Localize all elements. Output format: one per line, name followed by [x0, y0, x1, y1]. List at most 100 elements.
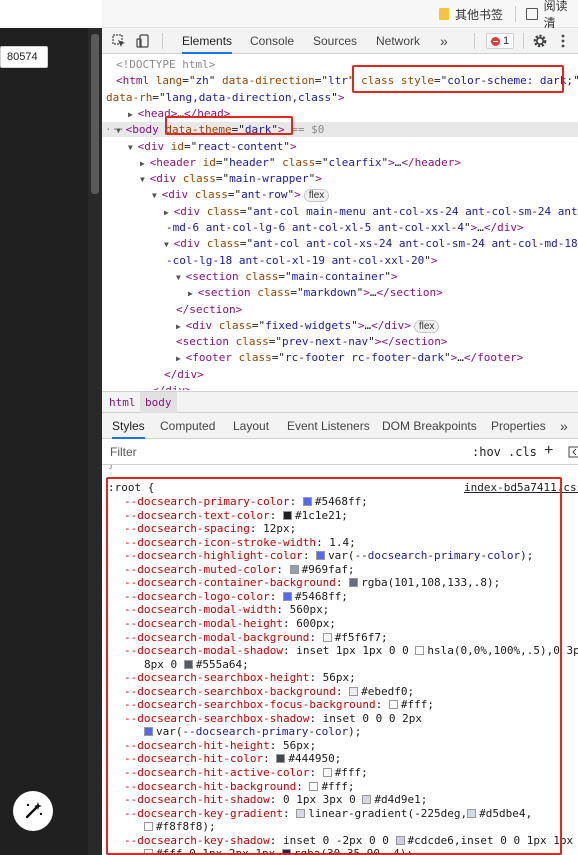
dom-token: class — [235, 335, 269, 349]
expand-triangle-icon[interactable]: ▶ — [176, 322, 186, 331]
page-top-strip — [0, 0, 102, 28]
dom-token: =" — [271, 351, 285, 365]
dom-token: </section> — [376, 286, 443, 300]
tab-computed[interactable]: Computed — [160, 413, 215, 439]
dom-token: =" — [182, 74, 196, 88]
toolbar-divider — [523, 33, 524, 49]
dom-token: lang — [155, 74, 183, 88]
dom-token: <html — [116, 74, 156, 88]
other-bookmarks[interactable]: 其他书签 — [439, 0, 503, 28]
dom-node-line[interactable]: ▶ <section class="markdown">…</section> — [188, 286, 443, 300]
hover-state-toggle[interactable]: :hov — [472, 445, 501, 459]
breadcrumb-body[interactable]: body — [140, 392, 177, 413]
dom-token: " — [384, 269, 391, 283]
dom-node-line[interactable]: ▼ <div class="ant-row"> flex — [152, 188, 330, 203]
collapse-triangle-icon[interactable]: ▼ — [116, 126, 126, 135]
magic-wand-icon — [25, 802, 43, 819]
new-rule-button[interactable]: + — [544, 442, 553, 460]
dom-node-line[interactable]: ▶ <footer class="rc-footer rc-footer-dar… — [176, 351, 523, 365]
dom-node-line[interactable]: ▼ <div class="main-wrapper"> — [140, 172, 322, 186]
dom-token: prev-next-nav — [281, 335, 369, 349]
dom-token: " — [351, 318, 358, 332]
dom-node-line[interactable]: -col-lg-18 ant-col-xl-19 ant-col-xxl-20"… — [166, 254, 438, 268]
tab-layout[interactable]: Layout — [233, 413, 269, 439]
gear-icon[interactable] — [532, 33, 548, 49]
dom-token: <section — [197, 286, 258, 300]
expand-triangle-icon[interactable]: ▶ — [176, 354, 186, 363]
dom-token: > — [390, 269, 398, 283]
dom-token: class — [206, 204, 240, 218]
tab-elements[interactable]: Elements — [182, 28, 233, 54]
devtools-toolbar: Elements Console Sources Network » 1 — [102, 28, 578, 54]
dom-node-line[interactable]: ▼ <section class="main-container"> — [176, 270, 398, 284]
tab-console[interactable]: Console — [250, 28, 294, 54]
tab-styles[interactable]: Styles — [112, 413, 145, 439]
dom-token: </div> — [164, 367, 204, 381]
tab-network[interactable]: Network — [376, 28, 420, 54]
filter-input[interactable]: Filter — [110, 445, 137, 459]
dom-token: <div — [149, 172, 183, 186]
dom-node-line[interactable]: <!DOCTYPE html> — [116, 58, 215, 72]
expand-triangle-icon[interactable]: ▶ — [140, 159, 150, 168]
dom-token: </footer> — [463, 351, 524, 365]
class-toggle[interactable]: .cls — [508, 445, 537, 459]
scrollbar-thumb[interactable] — [91, 34, 99, 194]
toolbar-divider — [162, 33, 163, 49]
expand-triangle-icon[interactable]: ▶ — [164, 208, 174, 217]
tab-sources[interactable]: Sources — [313, 28, 357, 54]
collapse-triangle-icon[interactable]: ▼ — [152, 191, 162, 200]
dom-token: </section> — [381, 335, 448, 349]
dom-token: class — [206, 237, 240, 251]
dom-token: " — [331, 90, 338, 104]
dom-node-line[interactable]: data-rh="lang,data-direction,class"> — [106, 91, 344, 105]
sidebar-toggle-icon[interactable] — [568, 446, 578, 458]
dom-token: … — [477, 221, 484, 234]
highlight-root-variables — [106, 477, 562, 855]
dom-node-line[interactable]: ▶ <div class="fixed-widgets">…</div> flex — [176, 318, 440, 333]
dom-node-line[interactable]: ▶ <header id="header" class="clearfix">…… — [140, 156, 461, 170]
flex-badge[interactable]: flex — [413, 319, 440, 333]
page-scrollbar[interactable] — [88, 28, 102, 855]
dom-token: =" — [314, 74, 328, 88]
dom-token: <header — [149, 155, 203, 169]
kebab-menu-icon[interactable] — [560, 34, 566, 48]
dom-token: ant-col ant-col-xs-24 ant-col-sm-24 ant-… — [253, 237, 578, 251]
tab-properties[interactable]: Properties — [491, 413, 546, 439]
collapse-triangle-icon[interactable]: ▼ — [128, 143, 138, 152]
dom-node-line[interactable]: </div> — [164, 368, 204, 382]
dom-node-line[interactable]: ▼ <div class="ant-col ant-col-xs-24 ant-… — [164, 237, 578, 251]
magic-wand-button[interactable] — [13, 791, 53, 831]
dom-token: class — [218, 318, 252, 332]
dom-node-line[interactable]: </div> — [152, 384, 192, 390]
more-panel-tabs[interactable]: » — [560, 413, 568, 439]
dom-token: clearfix — [328, 155, 382, 169]
dom-node-line[interactable]: ▼ <div id="react-content"> — [128, 140, 297, 154]
dom-token: markdown — [303, 286, 357, 300]
dom-token: > — [315, 172, 322, 186]
collapse-triangle-icon[interactable]: ▼ — [176, 273, 186, 282]
collapse-triangle-icon[interactable]: ▼ — [140, 175, 150, 184]
error-count-badge[interactable]: 1 — [486, 33, 515, 49]
dom-token: react-content — [197, 139, 284, 153]
tab-dom-breakpoints[interactable]: DOM Breakpoints — [382, 413, 477, 439]
reading-list[interactable]: 阅读清 — [526, 0, 578, 30]
dom-node-line[interactable]: </section> — [176, 303, 242, 317]
device-toggle-icon[interactable] — [136, 34, 150, 48]
inspect-element-icon[interactable] — [112, 34, 126, 48]
more-tabs-button[interactable]: » — [440, 28, 448, 54]
dom-tree[interactable]: <!DOCTYPE html> <html lang="zh" data-dire… — [102, 54, 578, 390]
dom-node-line[interactable]: -md-6 ant-col-lg-6 ant-col-xl-5 ant-col-… — [166, 221, 524, 235]
flex-badge[interactable]: flex — [303, 189, 330, 203]
breadcrumb-html[interactable]: html — [104, 392, 141, 413]
dom-token: " — [208, 74, 222, 88]
screen: { "badge": {"text": "80574"}, "bookmarks… — [0, 0, 578, 855]
dom-node-line[interactable]: ▶ <div class="ant-col main-menu ant-col-… — [164, 205, 578, 219]
expand-triangle-icon[interactable]: ▶ — [188, 289, 198, 298]
dom-token: ltr — [327, 74, 348, 88]
dom-token: class — [194, 188, 228, 202]
tab-event-listeners[interactable]: Event Listeners — [287, 413, 370, 439]
dom-token: <div — [137, 139, 171, 153]
collapse-triangle-icon[interactable]: ▼ — [164, 240, 174, 249]
expand-triangle-icon[interactable]: ▶ — [128, 110, 138, 119]
dom-node-line[interactable]: <section class="prev-next-nav"></section… — [176, 335, 448, 349]
